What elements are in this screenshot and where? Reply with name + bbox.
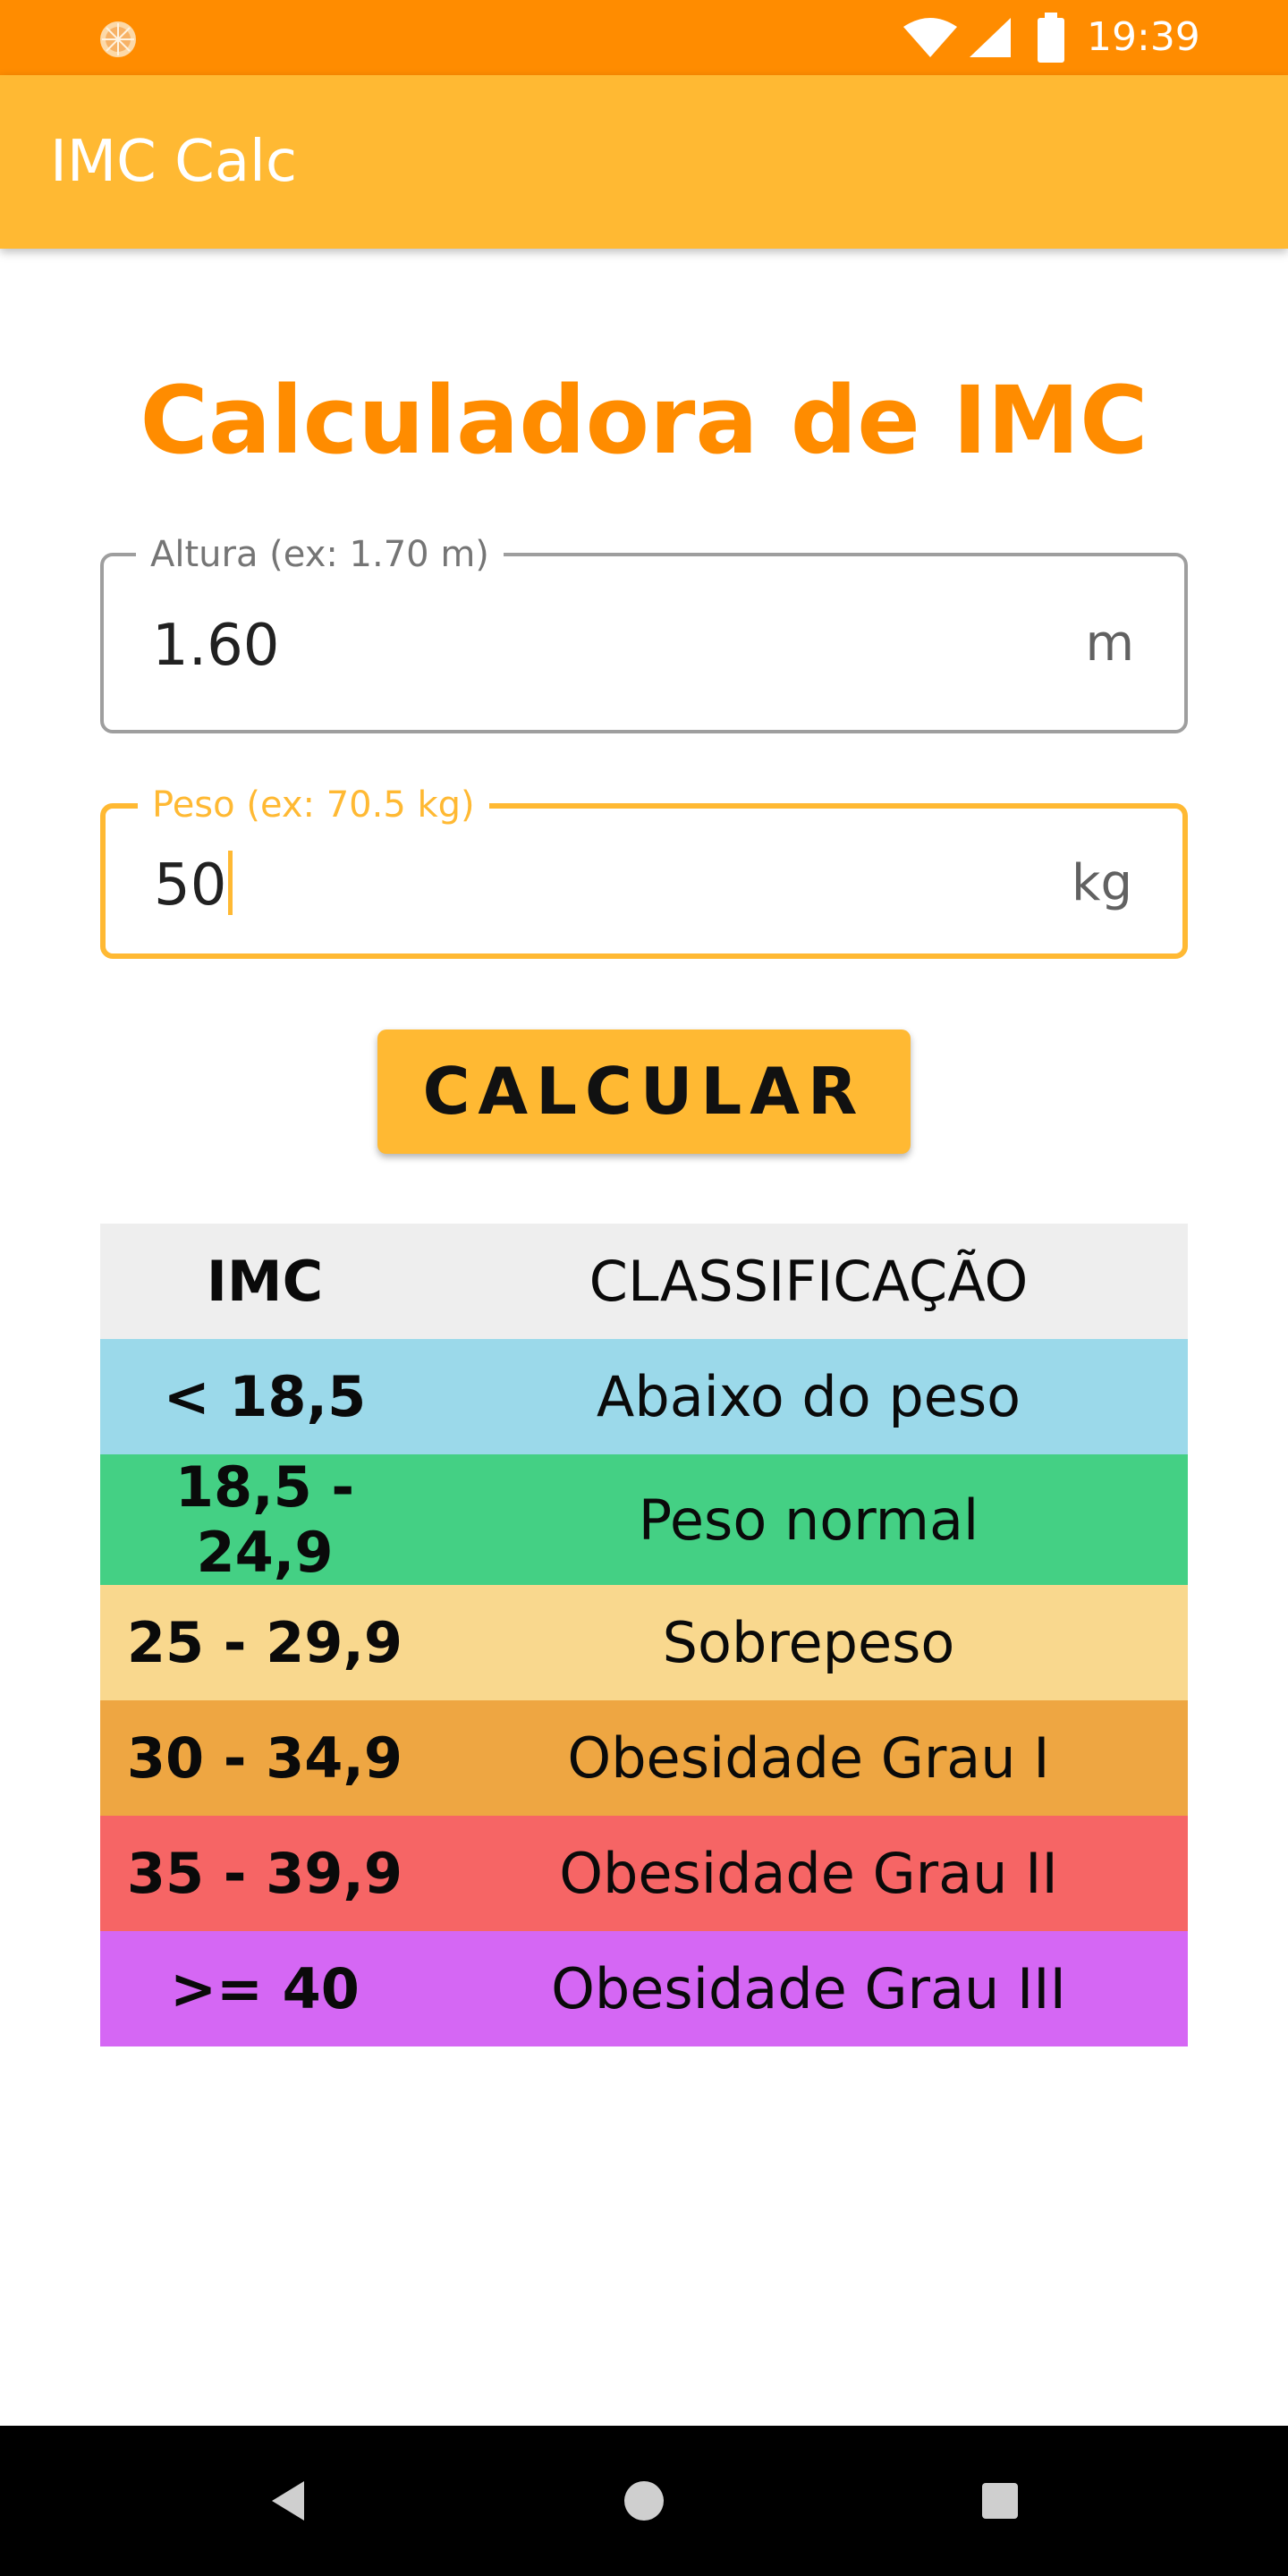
back-button[interactable] <box>197 2426 376 2576</box>
table-row: 30 - 34,9 Obesidade Grau I <box>100 1700 1188 1816</box>
recents-button[interactable] <box>911 2426 1089 2576</box>
battery-icon <box>1036 13 1066 63</box>
recents-icon <box>980 2481 1020 2524</box>
weight-input[interactable]: 50 <box>154 852 226 919</box>
table-row: 25 - 29,9 Sobrepeso <box>100 1585 1188 1700</box>
height-unit-suffix: m <box>1085 614 1134 673</box>
table-row: < 18,5 Abaixo do peso <box>100 1339 1188 1454</box>
table-cell-classification: Obesidade Grau III <box>551 1956 1066 2021</box>
back-icon <box>268 2479 308 2526</box>
table-cell-classification: Peso normal <box>638 1487 979 1553</box>
weight-input-wrapper[interactable]: 50 <box>154 850 233 921</box>
height-field-label: Altura (ex: 1.70 m) <box>136 531 504 578</box>
table-cell-imc: 25 - 29,9 <box>126 1610 403 1675</box>
table-cell-imc: 35 - 39,9 <box>126 1841 403 1906</box>
screen: 19:39 IMC Calc Calculadora de IMC Altura… <box>0 0 1288 2576</box>
table-cell-imc: 30 - 34,9 <box>126 1725 403 1791</box>
weight-field[interactable]: Peso (ex: 70.5 kg) 50 kg <box>100 782 1188 959</box>
status-time: 19:39 <box>1087 14 1200 60</box>
home-icon <box>623 2479 665 2526</box>
height-field[interactable]: Altura (ex: 1.70 m) 1.60 m <box>100 531 1188 733</box>
app-title: IMC Calc <box>50 129 297 195</box>
page-title: Calculadora de IMC <box>140 366 1148 475</box>
bmi-classification-table: IMC CLASSIFICAÇÃO < 18,5 Abaixo do peso … <box>100 1224 1188 2046</box>
weight-unit-suffix: kg <box>1072 854 1132 912</box>
table-cell-classification: Obesidade Grau II <box>559 1841 1058 1906</box>
navigation-bar <box>0 2426 1288 2576</box>
table-header-classification: CLASSIFICAÇÃO <box>589 1249 1029 1314</box>
app-bar: IMC Calc <box>0 75 1288 249</box>
table-header-row: IMC CLASSIFICAÇÃO <box>100 1224 1188 1339</box>
table-cell-imc: 18,5 - 24,9 <box>174 1454 355 1585</box>
table-cell-imc: < 18,5 <box>163 1364 367 1429</box>
status-bar: 19:39 <box>0 0 1288 75</box>
cellular-signal-icon <box>968 16 1013 59</box>
table-header-imc: IMC <box>206 1249 324 1314</box>
table-row: 35 - 39,9 Obesidade Grau II <box>100 1816 1188 1931</box>
app-notification-icon <box>97 18 140 61</box>
text-cursor <box>228 851 233 915</box>
table-cell-classification: Obesidade Grau I <box>567 1725 1050 1791</box>
table-cell-imc: >= 40 <box>170 1956 360 2021</box>
wifi-icon <box>902 16 959 59</box>
weight-field-label: Peso (ex: 70.5 kg) <box>138 782 489 828</box>
home-button[interactable] <box>555 2426 733 2576</box>
calculate-button[interactable]: CALCULAR <box>377 1030 911 1154</box>
table-row: >= 40 Obesidade Grau III <box>100 1931 1188 2046</box>
table-cell-classification: Sobrepeso <box>662 1610 955 1675</box>
height-input[interactable]: 1.60 <box>152 610 280 682</box>
table-cell-classification: Abaixo do peso <box>596 1364 1021 1429</box>
table-row: 18,5 - 24,9 Peso normal <box>100 1454 1188 1585</box>
